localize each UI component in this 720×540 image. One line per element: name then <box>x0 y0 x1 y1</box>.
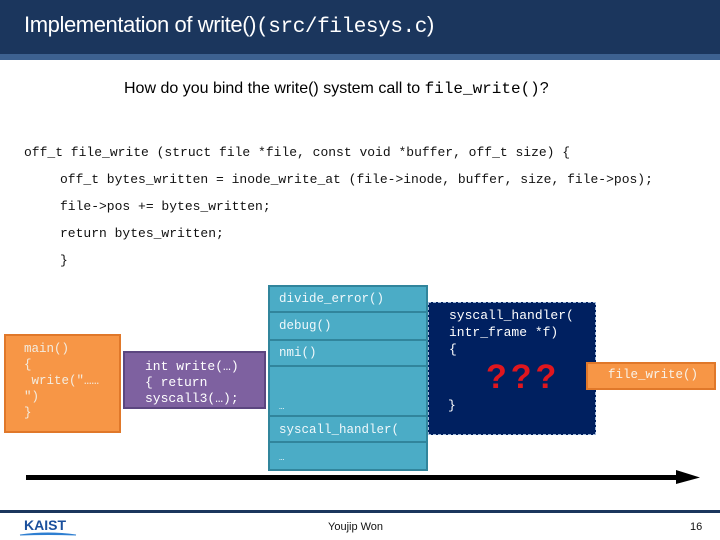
idt-entry: nmi() <box>270 341 426 367</box>
slide-title: Implementation of write()(src/filesys.c) <box>24 12 434 39</box>
code-line: off_t file_write (struct file *file, con… <box>24 145 571 160</box>
footer-divider <box>0 510 720 513</box>
arrow-shaft <box>26 475 681 480</box>
interrupt-vector-table: divide_error() debug() nmi() … syscall_h… <box>268 285 428 471</box>
title-stripe <box>0 54 720 60</box>
idt-entry: syscall_handler( <box>270 417 426 443</box>
page-number: 16 <box>690 521 703 533</box>
idt-entry: … <box>270 367 426 417</box>
file-write-box: file_write() <box>586 362 716 390</box>
code-line: file->pos += bytes_written; <box>60 199 271 214</box>
kaist-logo: KAIST <box>19 517 77 536</box>
question-code: file_write() <box>424 80 540 98</box>
question-suffix: ? <box>539 80 549 97</box>
main-function-box: main() { write("…… ") } <box>4 334 121 433</box>
code-line: return bytes_written; <box>60 226 224 241</box>
title-code: (src/filesys.c <box>256 16 427 39</box>
question: How do you bind the write() system call … <box>124 80 549 98</box>
author: Youjip Won <box>328 521 384 533</box>
idt-entry: debug() <box>270 313 426 341</box>
code-line: } <box>60 253 68 268</box>
timeline-arrow <box>26 470 700 484</box>
title-text: Implementation of write() <box>24 12 257 37</box>
idt-entry: … <box>279 453 285 463</box>
write-wrapper-box: int write(…) { return syscall3(…); } <box>123 351 266 409</box>
title-suffix: ) <box>426 12 434 37</box>
code-line: off_t bytes_written = inode_write_at (fi… <box>60 172 653 187</box>
question-text: How do you bind the write() system call … <box>124 80 425 97</box>
handler-close-brace: } <box>448 398 456 413</box>
logo-swoosh <box>19 532 77 536</box>
logo-text: KAIST <box>24 517 66 533</box>
arrow-head-icon <box>676 470 700 484</box>
unknown-marks: ??? <box>486 358 561 396</box>
idt-entry: divide_error() <box>270 287 426 313</box>
